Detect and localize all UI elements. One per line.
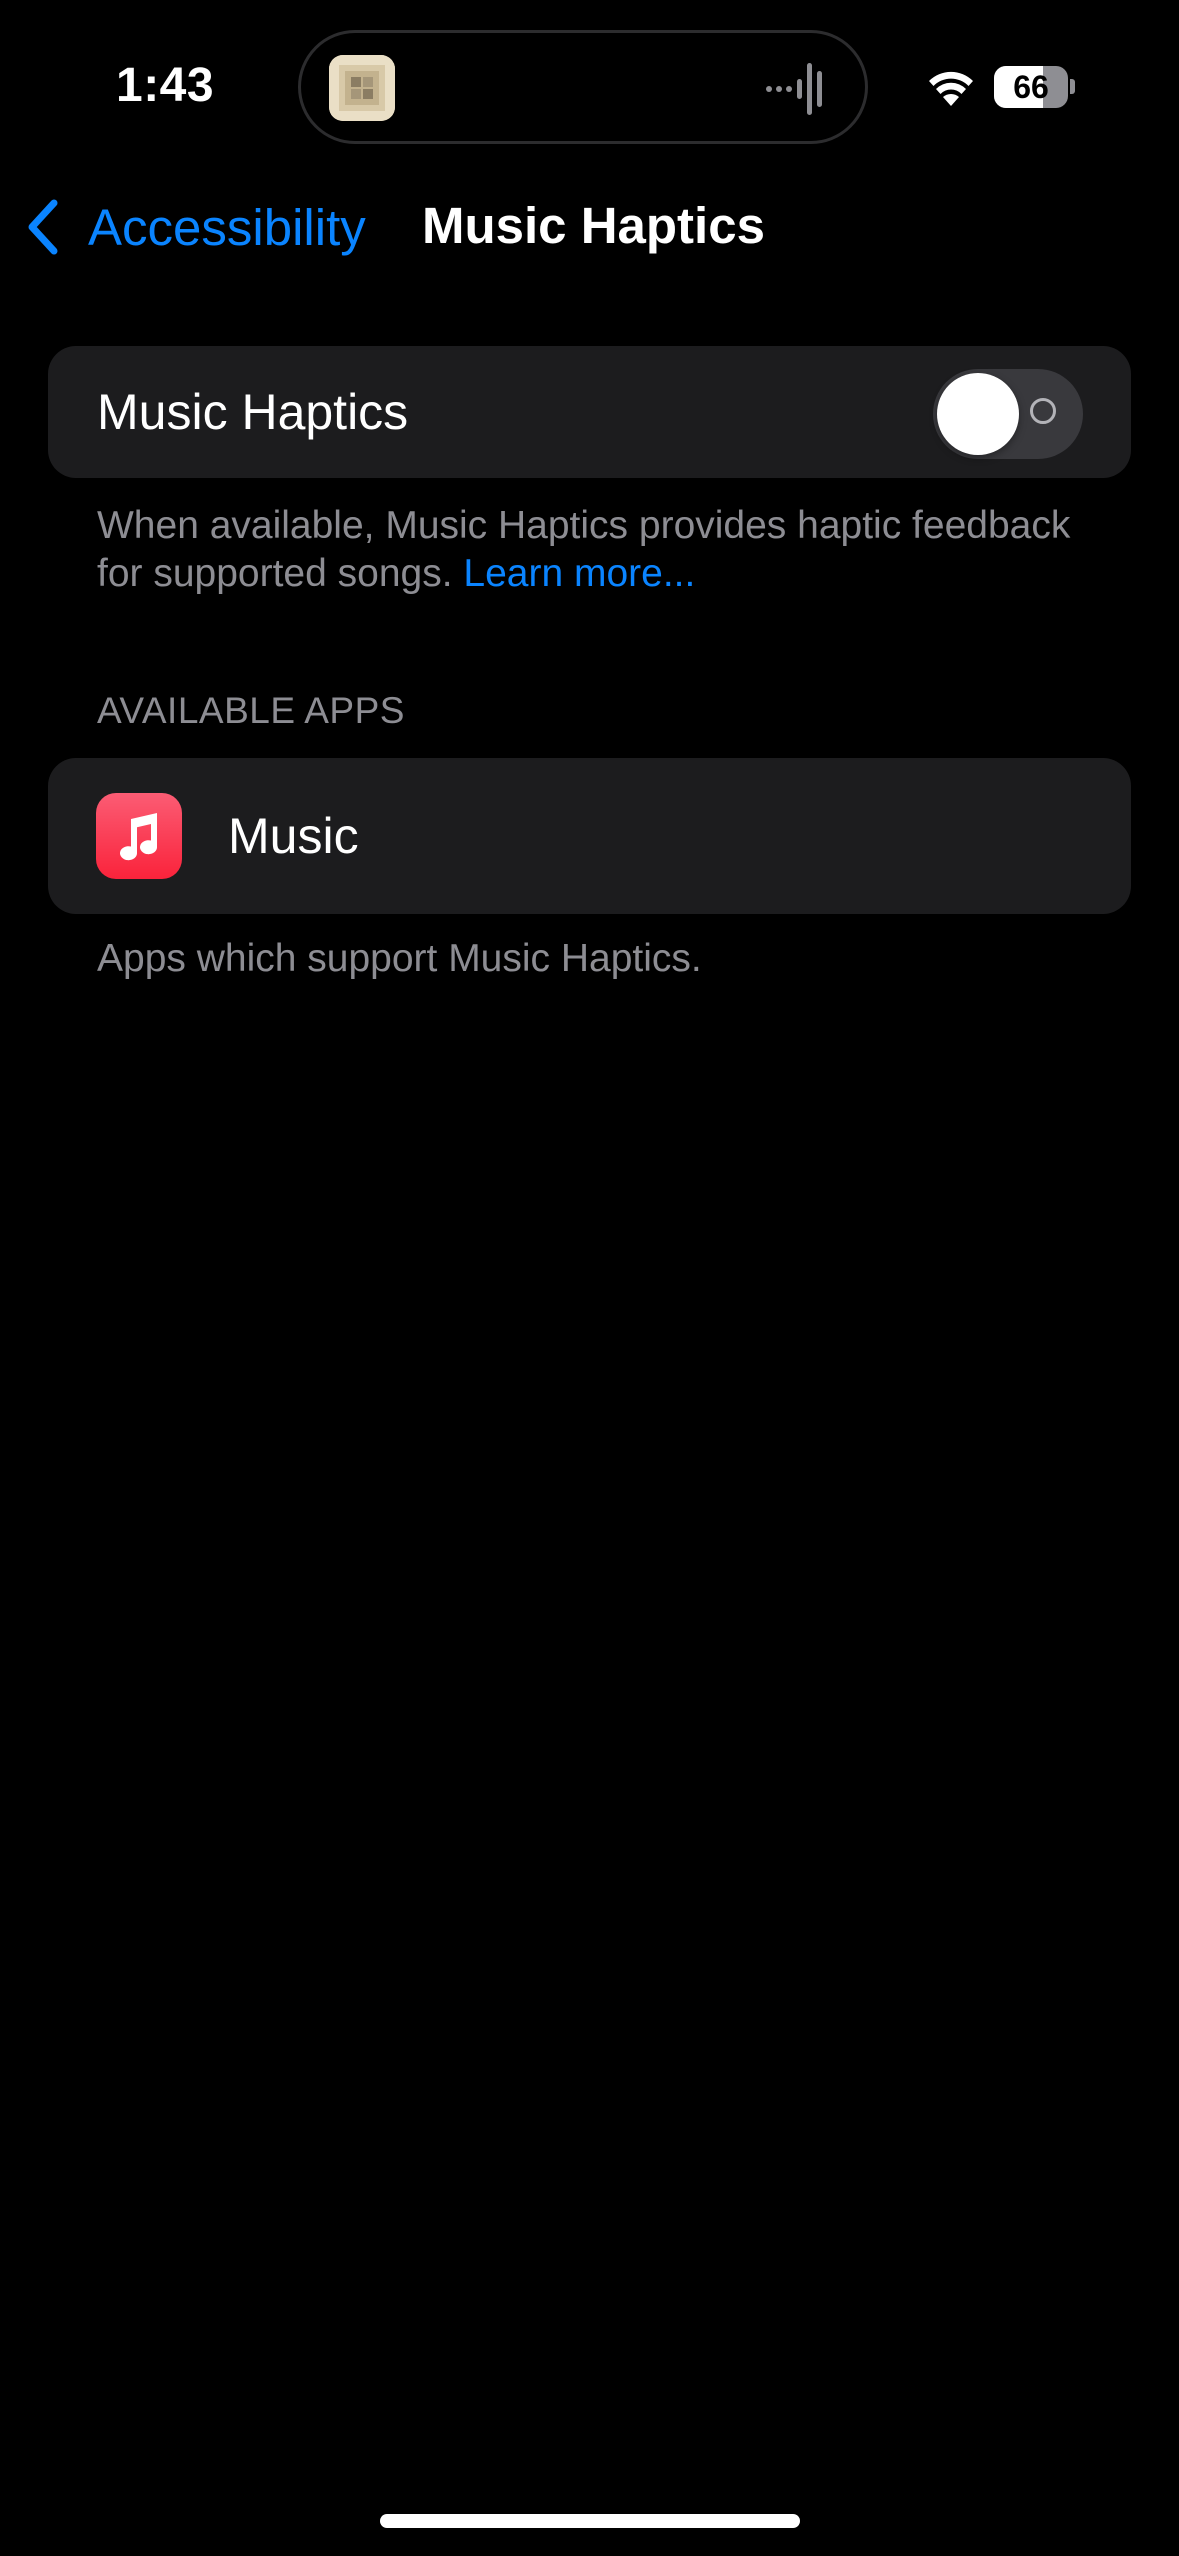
battery-cap — [1070, 79, 1075, 94]
available-apps-header: AVAILABLE APPS — [97, 690, 405, 731]
app-label: Music — [228, 808, 359, 864]
dynamic-island[interactable] — [298, 30, 868, 144]
app-row-music[interactable]: Music — [48, 758, 1131, 914]
toggle-off-indicator-icon — [1030, 398, 1056, 424]
chevron-back-icon — [28, 199, 58, 255]
music-haptics-toggle[interactable] — [933, 369, 1083, 459]
wifi-icon — [929, 71, 973, 106]
music-haptics-description: When available, Music Haptics provides h… — [97, 502, 1097, 598]
music-note-icon — [120, 813, 158, 861]
status-time: 1:43 — [116, 59, 215, 112]
back-button-label: Accessibility — [88, 198, 366, 256]
back-button[interactable]: Accessibility — [24, 192, 366, 262]
album-art-thumbnail — [329, 55, 395, 121]
music-haptics-label: Music Haptics — [97, 384, 409, 440]
audio-waveform-icon — [766, 63, 822, 115]
battery-indicator: 66 — [994, 66, 1068, 108]
battery-level: 66 — [1013, 69, 1049, 105]
available-apps-description: Apps which support Music Haptics. — [97, 937, 702, 980]
learn-more-link[interactable]: Learn more... — [463, 552, 695, 595]
music-haptics-group: Music Haptics — [48, 346, 1131, 478]
home-indicator[interactable] — [380, 2514, 800, 2528]
music-app-icon — [96, 793, 182, 879]
page-title: Music Haptics — [422, 197, 765, 254]
toggle-knob — [937, 373, 1019, 455]
